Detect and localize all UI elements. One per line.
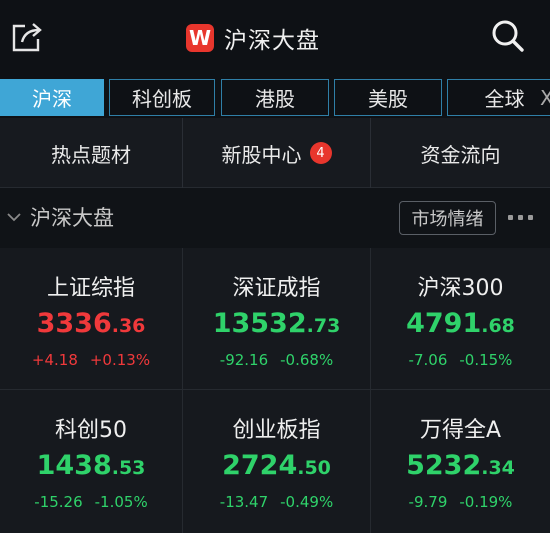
index-value: 3336.36 [0, 308, 182, 339]
page-title-group: W 沪深大盘 [186, 22, 320, 54]
index-change-pct: -0.15% [459, 351, 513, 369]
chevron-down-icon[interactable] [6, 210, 22, 224]
index-value-int: 13532 [212, 308, 307, 339]
app-header: W 沪深大盘 [0, 0, 550, 76]
index-name: 沪深300 [417, 276, 504, 301]
tab-quanqiu[interactable]: 全球 [447, 79, 550, 116]
index-change-pct: -0.49% [280, 493, 334, 511]
index-value: 4791.68 [371, 308, 550, 339]
index-grid: 上证综指 3336.36 +4.18 +0.13% 深证成指 13532.73 -… [0, 248, 550, 533]
index-change: -15.26 -1.05% [0, 493, 182, 511]
index-change-pct: -1.05% [94, 493, 148, 511]
index-change: +4.18 +0.13% [0, 351, 182, 369]
more-dot [528, 215, 533, 220]
index-change-abs: -15.26 [34, 493, 83, 511]
index-value-int: 3336 [36, 308, 112, 339]
index-change-abs: -13.47 [219, 493, 269, 511]
index-value: 5232.34 [371, 450, 550, 481]
index-change-abs: -92.16 [219, 351, 269, 369]
index-name: 创业板指 [232, 418, 321, 443]
wind-logo: W [186, 24, 214, 52]
index-name: 科创50 [55, 418, 127, 443]
index-value-int: 5232 [406, 450, 482, 481]
index-value: 1438.53 [0, 450, 182, 481]
tab-hushen[interactable]: 沪深 [0, 79, 104, 116]
market-tabs: 沪深 科创板 港股 美股 全球 X [0, 76, 550, 118]
nav-ipo-center-label: 新股中心 [221, 142, 302, 167]
index-change-abs: -9.79 [408, 493, 448, 511]
tabs-more-icon[interactable]: X [540, 86, 550, 110]
search-icon[interactable] [490, 18, 526, 54]
more-dot [508, 215, 513, 220]
ipo-count-badge: 4 [309, 142, 332, 164]
tab-ganggu[interactable]: 港股 [221, 79, 329, 116]
index-value-int: 2724 [222, 450, 298, 481]
index-value: 2724.50 [183, 450, 370, 481]
index-value-dec: .34 [481, 457, 515, 479]
feature-nav: 热点题材 新股中心 4 资金流向 [0, 118, 550, 188]
index-card-sse[interactable]: 上证综指 3336.36 +4.18 +0.13% [0, 248, 182, 388]
index-value-dec: .53 [111, 457, 146, 479]
index-value-dec: .50 [297, 457, 331, 479]
index-name: 万得全A [419, 418, 502, 443]
index-card-star50[interactable]: 科创50 1438.53 -15.26 -1.05% [0, 390, 182, 530]
tab-kechuangban[interactable]: 科创板 [109, 79, 215, 116]
index-change-abs: -7.06 [408, 351, 448, 369]
index-value-dec: .73 [306, 315, 341, 337]
index-card-szse[interactable]: 深证成指 13532.73 -92.16 -0.68% [183, 248, 370, 388]
index-change-pct: -0.68% [280, 351, 334, 369]
index-value-int: 4791 [406, 308, 482, 339]
index-change: -9.79 -0.19% [371, 493, 550, 511]
index-name: 深证成指 [232, 276, 321, 301]
index-change: -13.47 -0.49% [183, 493, 370, 511]
index-card-wind-a[interactable]: 万得全A 5232.34 -9.79 -0.19% [371, 390, 550, 530]
nav-hot-topics[interactable]: 热点题材 [0, 118, 182, 188]
section-title[interactable]: 沪深大盘 [30, 202, 114, 232]
more-dot [518, 215, 523, 220]
nav-capital-flow[interactable]: 资金流向 [371, 118, 550, 188]
nav-capital-flow-label: 资金流向 [420, 142, 501, 167]
more-icon[interactable] [508, 215, 533, 220]
index-value-dec: .36 [111, 315, 146, 337]
nav-ipo-center[interactable]: 新股中心 4 [183, 118, 370, 188]
share-icon[interactable] [10, 20, 44, 54]
index-card-chinext[interactable]: 创业板指 2724.50 -13.47 -0.49% [183, 390, 370, 530]
index-name: 上证综指 [46, 276, 135, 301]
index-value: 13532.73 [183, 308, 370, 339]
index-change-abs: +4.18 [31, 351, 78, 369]
page-title: 沪深大盘 [224, 28, 320, 54]
index-value-dec: .68 [481, 315, 515, 337]
index-change-pct: -0.19% [459, 493, 513, 511]
index-change: -7.06 -0.15% [371, 351, 550, 369]
index-change-pct: +0.13% [89, 351, 151, 369]
market-mood-button[interactable]: 市场情绪 [399, 201, 496, 235]
nav-hot-topics-label: 热点题材 [51, 142, 131, 167]
index-value-int: 1438 [36, 450, 112, 481]
section-header: 沪深大盘 市场情绪 [0, 188, 550, 248]
index-card-csi300[interactable]: 沪深300 4791.68 -7.06 -0.15% [371, 248, 550, 388]
tab-meigu[interactable]: 美股 [334, 79, 442, 116]
index-change: -92.16 -0.68% [183, 351, 370, 369]
